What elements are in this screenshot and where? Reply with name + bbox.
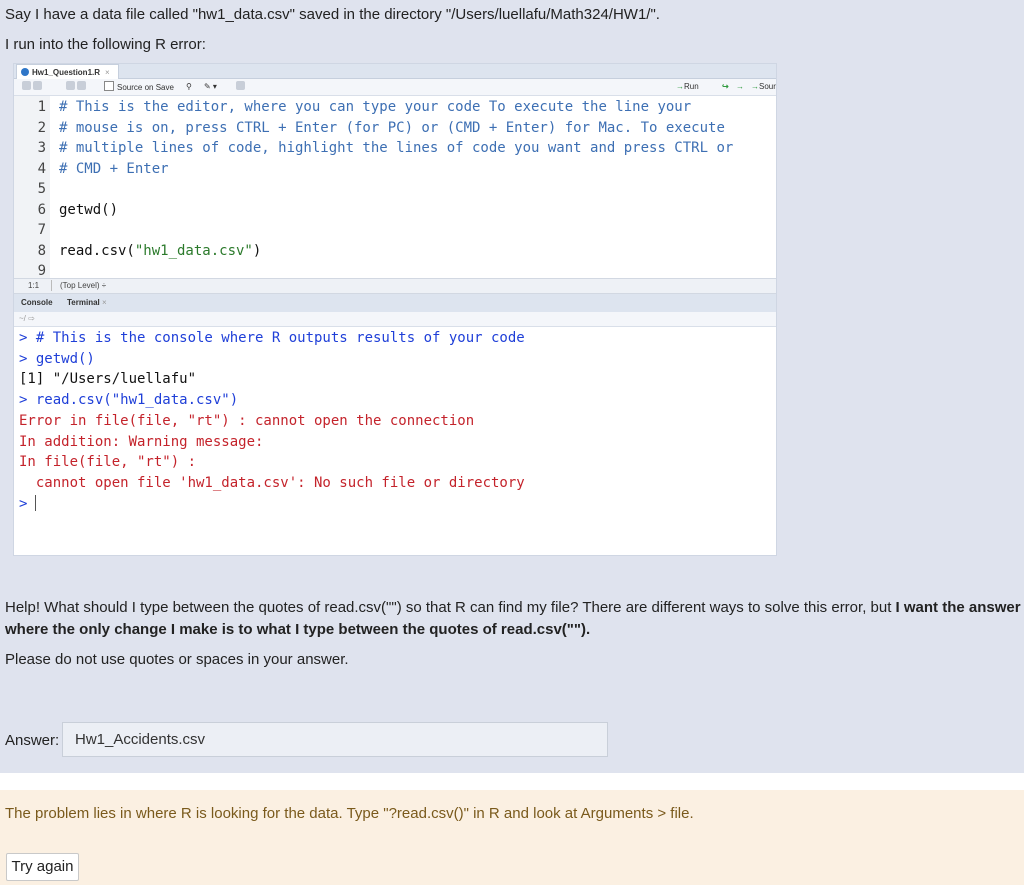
source-on-save-checkbox: Source on Save [104,81,174,93]
try-again-button[interactable]: Try again [6,853,79,881]
answer-input[interactable]: Hw1_Accidents.csv [62,722,608,757]
search-icon: ⚲ [186,82,192,91]
console-line: cannot open file 'hw1_data.csv': No such… [19,474,525,491]
console-path: ~/ ⇨ [14,312,776,327]
answer-label: Answer: [5,732,60,749]
run-arrow-icon: → [676,82,684,91]
question-intro: Say I have a data file called "hw1_data.… [5,6,660,23]
feedback-panel: The problem lies in where R is looking f… [0,790,1024,885]
r-file-icon [21,68,29,76]
instructions: Please do not use quotes or spaces in yo… [5,651,349,668]
close-icon: × [101,298,107,307]
rstudio-screenshot: Hw1_Question1.R × Source on Save ⚲ ✎ ▾ →… [13,63,777,556]
feedback-message: The problem lies in where R is looking f… [5,805,694,822]
cursor-position: 1:1 [28,281,40,290]
step-icon: → [736,82,744,91]
question-error-intro: I run into the following R error: [5,36,206,53]
console-line: [1] "/Users/luellafu" [19,371,197,388]
code-editor: 1 # This is the editor, where you can typ… [14,96,776,279]
code-text: # multiple lines of code, highlight the … [59,140,734,156]
editor-toolbar: Source on Save ⚲ ✎ ▾ →Run ↪ → →Sourc [14,79,776,96]
source-arrow-icon: → [751,82,759,91]
back-forward-icon [22,81,43,93]
console-line: > read.csv("hw1_data.csv") [19,392,239,409]
editor-tab: Hw1_Question1.R × [16,64,119,79]
scope-selector: (Top Level) ÷ [60,281,107,290]
console-prompt[interactable]: > [19,494,37,514]
line-number: 8 [37,242,46,259]
rerun-icon: ↪ [722,82,729,91]
line-number: 1 [37,99,46,115]
code-text: getwd() [59,201,119,218]
code-text: # CMD + Enter [59,160,169,177]
line-number: 4 [37,160,46,177]
console-line: > getwd() [19,350,95,367]
line-number: 5 [37,181,46,197]
console-tabbar: Console Terminal × [14,294,776,312]
console-line: In addition: Warning message: [19,433,264,450]
console-tab: Console [21,298,53,307]
text-cursor [35,494,37,511]
help-question-bold: where the only change I make is to what … [5,621,591,638]
wand-icon: ✎ ▾ [204,82,217,91]
code-text: # mouse is on, press CTRL + Enter (for P… [59,119,725,136]
line-number: 3 [37,140,46,156]
line-number: 7 [37,222,46,238]
code-text: read.csv("hw1_data.csv") [59,242,262,259]
close-icon: × [105,67,110,77]
help-question: Help! What should I type between the quo… [5,599,1021,616]
editor-statusbar: 1:1 (Top Level) ÷ [14,278,776,294]
source-button: →Sourc [751,82,776,91]
source-on-save-label: Source on Save [117,83,174,92]
console-line: In file(file, "rt") : [19,454,197,471]
compile-icon [236,81,245,93]
code-text: # This is the editor, where you can type… [59,99,692,115]
line-number: 2 [37,119,46,136]
terminal-tab: Terminal × [67,298,107,307]
divider [0,773,1024,790]
console-line: > # This is the console where R outputs … [19,330,525,346]
line-number: 6 [37,201,46,218]
run-button: →Run [676,82,699,91]
console-line: Error in file(file, "rt") : cannot open … [19,412,475,429]
editor-tab-label: Hw1_Question1.R [32,67,101,77]
save-icon [66,81,87,93]
editor-tabbar: Hw1_Question1.R × [14,64,776,79]
